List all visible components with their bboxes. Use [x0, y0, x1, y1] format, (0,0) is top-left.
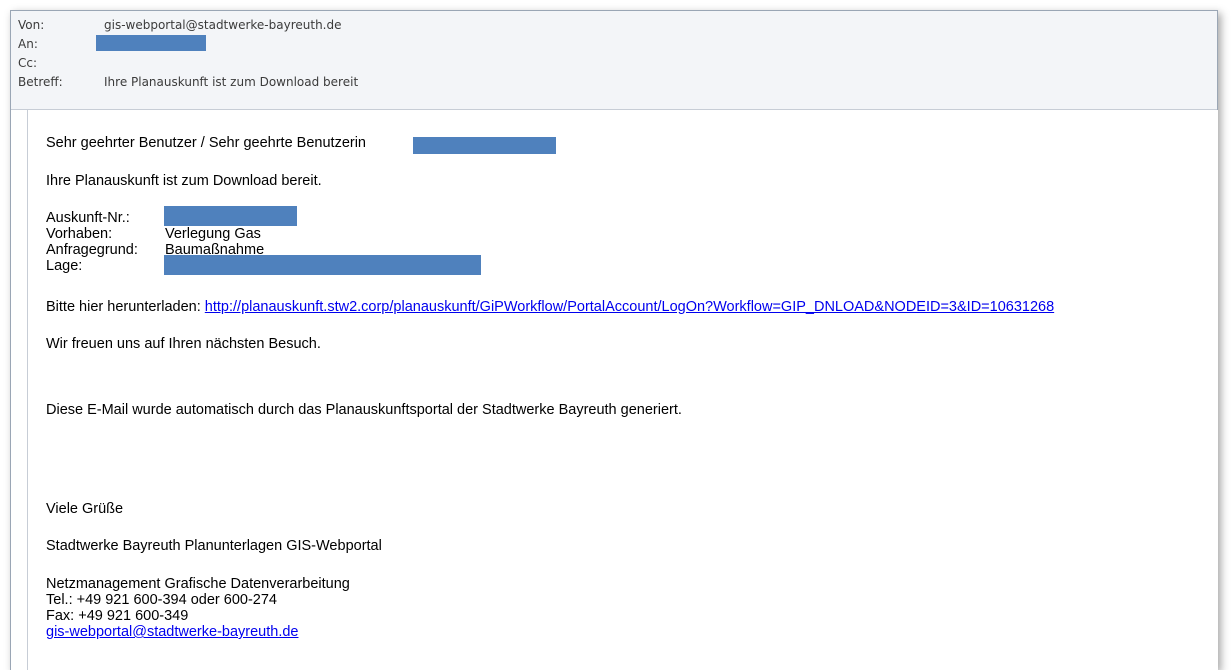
lage-label: Lage: [46, 258, 83, 274]
email-link[interactable]: gis-webportal@stadtwerke-bayreuth.de [46, 624, 298, 641]
auskunft-label: Auskunft-Nr.: [46, 210, 130, 226]
lage-redaction [164, 255, 481, 275]
sender-org: Stadtwerke Bayreuth Planunterlagen GIS-W… [46, 538, 382, 554]
email-window: Von: gis-webportal@stadtwerke-bayreuth.d… [10, 10, 1218, 670]
subject-value: Ihre Planauskunft ist zum Download berei… [104, 75, 359, 89]
from-label: Von: [18, 18, 45, 32]
tel: Tel.: +49 921 600-394 oder 600-274 [46, 592, 277, 608]
fax: Fax: +49 921 600-349 [46, 608, 189, 624]
to-label: An: [18, 37, 38, 51]
vorhaben-value: Verlegung Gas [165, 226, 261, 242]
vorhaben-label: Vorhaben: [46, 226, 113, 242]
email-body: Sehr geehrter Benutzer / Sehr geehrte Be… [27, 110, 1218, 670]
visit-text: Wir freuen uns auf Ihren nächsten Besuch… [46, 336, 321, 352]
auskunft-redaction [164, 206, 297, 226]
cc-label: Cc: [18, 56, 38, 70]
download-line: Bitte hier herunterladen: http://planaus… [46, 299, 1054, 316]
closing: Viele Grüße [46, 501, 124, 517]
auto-note: Diese E-Mail wurde automatisch durch das… [46, 402, 682, 418]
download-link[interactable]: http://planauskunft.stw2.corp/planauskun… [205, 299, 1054, 315]
email-header: Von: gis-webportal@stadtwerke-bayreuth.d… [11, 11, 1217, 110]
from-value[interactable]: gis-webportal@stadtwerke-bayreuth.de [104, 16, 342, 34]
download-prefix: Bitte hier herunterladen: [46, 299, 201, 315]
greeting: Sehr geehrter Benutzer / Sehr geehrte Be… [46, 135, 366, 151]
subject-label: Betreff: [18, 75, 63, 89]
to-redaction [96, 35, 206, 51]
anfragegrund-label: Anfragegrund: [46, 242, 138, 258]
dept: Netzmanagement Grafische Datenverarbeitu… [46, 576, 350, 592]
intro-text: Ihre Planauskunft ist zum Download berei… [46, 173, 322, 189]
name-redaction [413, 137, 556, 154]
